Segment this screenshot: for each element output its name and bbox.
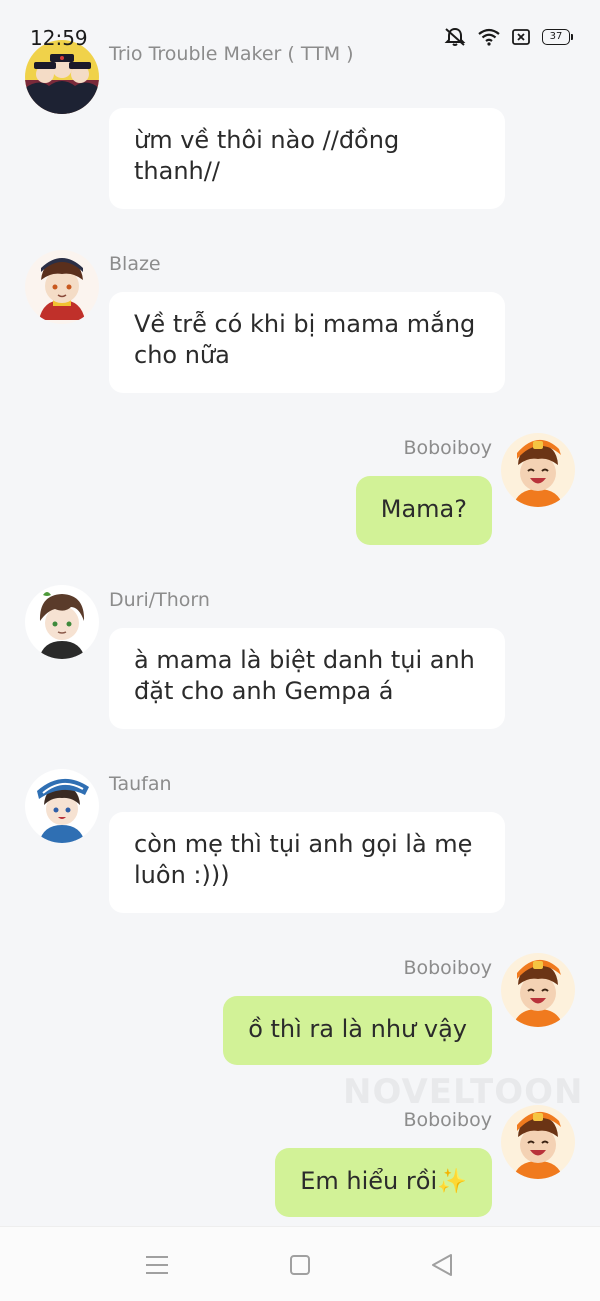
avatar-taufan[interactable] xyxy=(25,769,99,843)
message-bubble[interactable]: Em hiểu rồi✨ xyxy=(275,1148,492,1217)
home-square-icon[interactable] xyxy=(286,1251,314,1279)
sim-card-icon xyxy=(512,29,530,45)
message-bubble[interactable]: Mama? xyxy=(355,476,492,545)
sender-name: Boboiboy xyxy=(403,1109,492,1131)
avatar-trio-trouble-maker[interactable] xyxy=(25,40,99,114)
battery-indicator: 37 xyxy=(542,29,573,45)
chat-area[interactable]: Trio Trouble Maker ( TTM ) ừm về thôi nà… xyxy=(0,0,600,1226)
avatar-blaze[interactable] xyxy=(25,250,99,324)
sender-name: Boboiboy xyxy=(403,437,492,459)
sender-name: Boboiboy xyxy=(403,957,492,979)
sender-name: Trio Trouble Maker ( TTM ) xyxy=(109,43,354,65)
message-bubble[interactable]: ừm về thôi nào //đồng thanh// xyxy=(109,108,505,209)
avatar-boboiboy[interactable] xyxy=(501,1105,575,1179)
avatar-boboiboy[interactable] xyxy=(501,433,575,507)
bell-muted-icon xyxy=(444,27,466,47)
back-triangle-icon[interactable] xyxy=(428,1251,456,1279)
wifi-icon xyxy=(478,28,500,46)
sender-name: Duri/Thorn xyxy=(109,589,210,611)
avatar-duri-thorn[interactable] xyxy=(25,585,99,659)
status-time: 12:59 xyxy=(30,26,88,50)
navigation-bar xyxy=(0,1226,600,1301)
message-bubble[interactable]: ồ thì ra là như vậy xyxy=(223,996,492,1065)
avatar-boboiboy[interactable] xyxy=(501,953,575,1027)
message-bubble[interactable]: Về trễ có khi bị mama mắng cho nữa xyxy=(109,292,505,393)
message-bubble[interactable]: còn mẹ thì tụi anh gọi là mẹ luôn :))) xyxy=(109,812,505,913)
status-icons: 37 xyxy=(444,27,573,47)
menu-icon[interactable] xyxy=(143,1251,171,1279)
message-bubble[interactable]: à mama là biệt danh tụi anh đặt cho anh … xyxy=(109,628,505,729)
sender-name: Taufan xyxy=(109,773,172,795)
sender-name: Blaze xyxy=(109,253,161,275)
